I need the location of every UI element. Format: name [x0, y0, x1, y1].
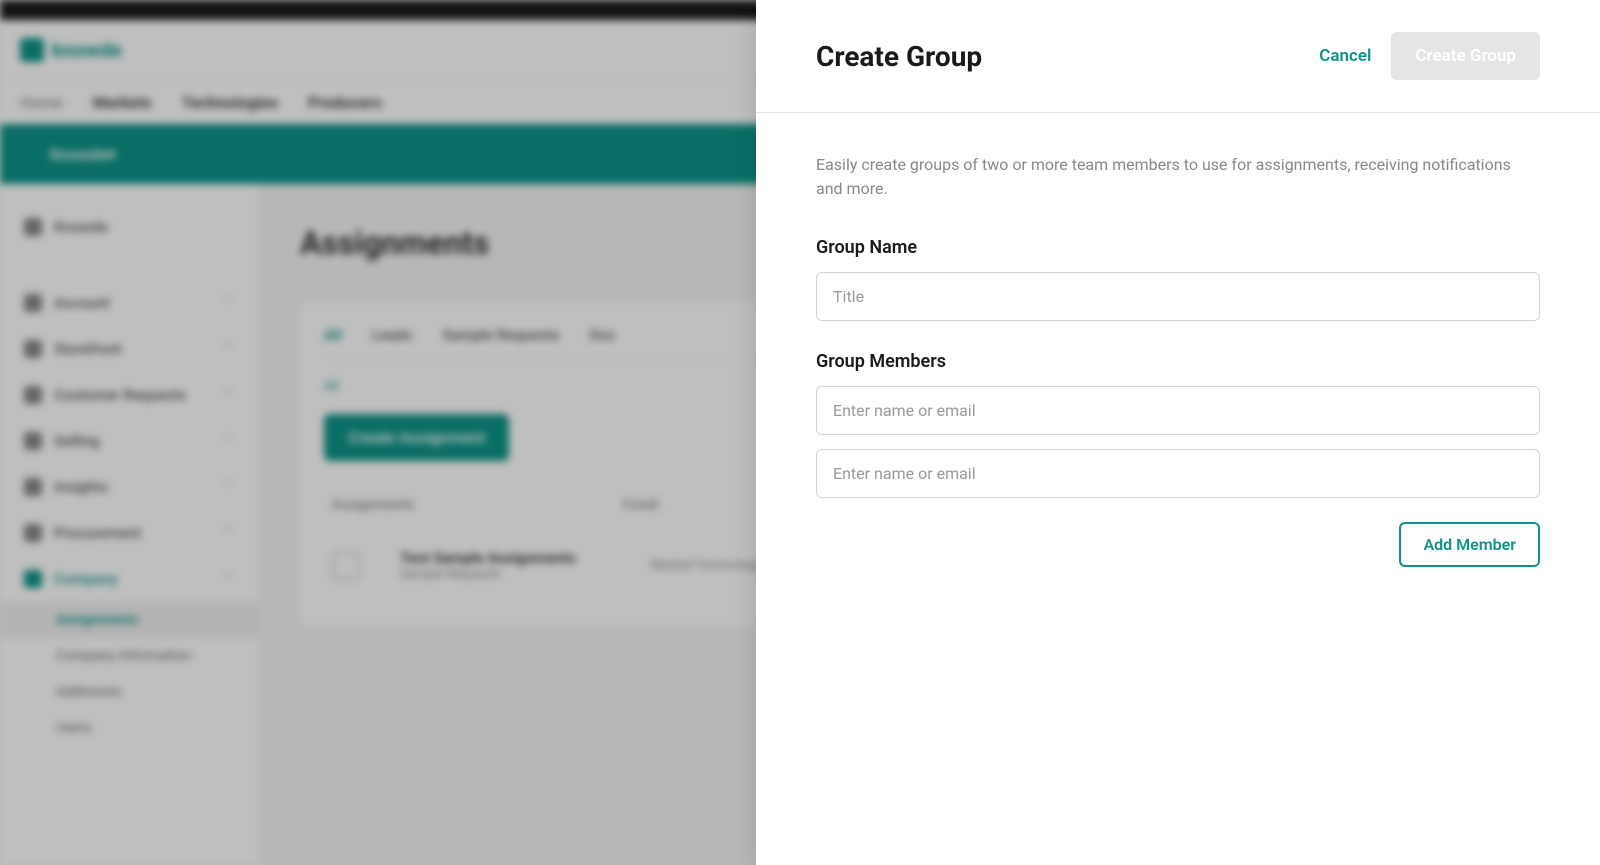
create-group-panel: Create Group Cancel Create Group Easily …	[756, 0, 1600, 865]
panel-title: Create Group	[816, 40, 982, 73]
group-name-input[interactable]	[816, 272, 1540, 321]
group-member-input-1[interactable]	[816, 386, 1540, 435]
panel-body: Easily create groups of two or more team…	[756, 113, 1600, 607]
group-member-input-2[interactable]	[816, 449, 1540, 498]
group-name-label: Group Name	[816, 237, 1540, 258]
cancel-button[interactable]: Cancel	[1319, 46, 1371, 66]
panel-header: Create Group Cancel Create Group	[756, 0, 1600, 113]
add-member-button[interactable]: Add Member	[1399, 522, 1540, 567]
create-group-submit-button[interactable]: Create Group	[1391, 32, 1540, 80]
helper-text: Easily create groups of two or more team…	[816, 153, 1540, 201]
group-members-label: Group Members	[816, 351, 1540, 372]
